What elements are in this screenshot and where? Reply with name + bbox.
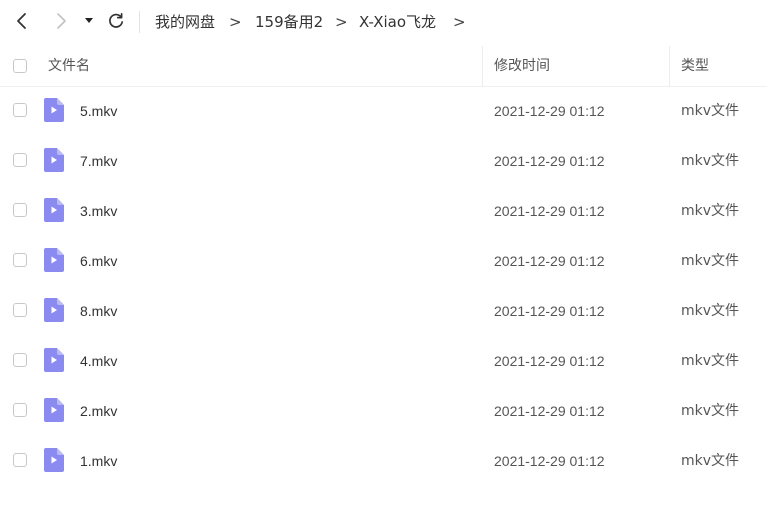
file-modified-time: 2021-12-29 01:12 <box>494 253 605 269</box>
video-file-icon <box>44 348 64 372</box>
row-checkbox[interactable] <box>13 253 27 267</box>
file-modified-time: 2021-12-29 01:12 <box>494 203 605 219</box>
file-row[interactable]: 2.mkv 2021-12-29 01:12 mkv文件 <box>0 386 767 436</box>
row-checkbox[interactable] <box>13 353 27 367</box>
row-checkbox[interactable] <box>13 203 27 217</box>
refresh-icon <box>109 12 124 28</box>
file-type: mkv文件 <box>681 203 740 219</box>
file-list: 5.mkv 2021-12-29 01:12 mkv文件 7.mkv 2021-… <box>0 86 767 486</box>
refresh-button[interactable] <box>103 8 129 34</box>
video-file-icon <box>44 448 64 472</box>
table-header: 文件名 修改时间 类型 <box>0 46 767 87</box>
video-file-icon <box>44 198 64 222</box>
file-name[interactable]: 2.mkv <box>80 386 117 436</box>
breadcrumb-separator: > <box>229 13 242 31</box>
breadcrumb-item-folder[interactable]: 159备用2 <box>255 12 323 32</box>
column-resize-handle[interactable] <box>669 46 670 86</box>
back-button[interactable] <box>9 8 35 34</box>
history-dropdown-button[interactable] <box>78 8 100 34</box>
file-row[interactable]: 6.mkv 2021-12-29 01:12 mkv文件 <box>0 236 767 286</box>
breadcrumb-separator[interactable]: > <box>453 12 466 32</box>
row-checkbox[interactable] <box>13 453 27 467</box>
column-header-name[interactable]: 文件名 <box>48 46 90 86</box>
video-file-icon <box>44 98 64 122</box>
file-row[interactable]: 1.mkv 2021-12-29 01:12 mkv文件 <box>0 436 767 486</box>
file-modified-time: 2021-12-29 01:12 <box>494 403 605 419</box>
file-name[interactable]: 1.mkv <box>80 436 117 486</box>
file-type: mkv文件 <box>681 103 740 119</box>
video-file-icon <box>44 298 64 322</box>
file-row[interactable]: 3.mkv 2021-12-29 01:12 mkv文件 <box>0 186 767 236</box>
file-name[interactable]: 3.mkv <box>80 186 117 236</box>
file-type: mkv文件 <box>681 303 740 319</box>
navigation-bar: 我的网盘 > 159备用2 > X-Xiao飞龙 > <box>0 0 767 44</box>
row-checkbox[interactable] <box>13 153 27 167</box>
file-name[interactable]: 4.mkv <box>80 336 117 386</box>
file-modified-time: 2021-12-29 01:12 <box>494 453 605 469</box>
file-row[interactable]: 8.mkv 2021-12-29 01:12 mkv文件 <box>0 286 767 336</box>
toolbar-divider <box>139 11 140 33</box>
column-header-type[interactable]: 类型 <box>681 46 709 86</box>
forward-button[interactable] <box>48 8 74 34</box>
column-resize-handle[interactable] <box>482 46 483 86</box>
caret-down-icon <box>85 18 93 23</box>
file-type: mkv文件 <box>681 403 740 419</box>
file-row[interactable]: 5.mkv 2021-12-29 01:12 mkv文件 <box>0 86 767 136</box>
file-modified-time: 2021-12-29 01:12 <box>494 153 605 169</box>
column-header-modified[interactable]: 修改时间 <box>494 46 550 86</box>
file-name[interactable]: 6.mkv <box>80 236 117 286</box>
file-browser: 我的网盘 > 159备用2 > X-Xiao飞龙 > 文件名 修改时间 类型 5… <box>0 0 767 506</box>
row-checkbox[interactable] <box>13 303 27 317</box>
row-checkbox[interactable] <box>13 403 27 417</box>
file-type: mkv文件 <box>681 453 740 469</box>
video-file-icon <box>44 248 64 272</box>
file-row[interactable]: 7.mkv 2021-12-29 01:12 mkv文件 <box>0 136 767 186</box>
file-type: mkv文件 <box>681 353 740 369</box>
breadcrumb-separator: > <box>335 13 348 31</box>
chevron-left-icon <box>17 13 26 29</box>
file-modified-time: 2021-12-29 01:12 <box>494 303 605 319</box>
breadcrumb-item-root[interactable]: 我的网盘 <box>155 12 215 32</box>
file-type: mkv文件 <box>681 153 740 169</box>
file-name[interactable]: 8.mkv <box>80 286 117 336</box>
breadcrumb-item-current[interactable]: X-Xiao飞龙 <box>359 12 436 32</box>
file-type: mkv文件 <box>681 253 740 269</box>
video-file-icon <box>44 148 64 172</box>
file-name[interactable]: 5.mkv <box>80 86 117 136</box>
chevron-right-icon <box>57 13 66 29</box>
file-modified-time: 2021-12-29 01:12 <box>494 353 605 369</box>
video-file-icon <box>44 398 64 422</box>
select-all-checkbox[interactable] <box>13 59 27 73</box>
file-row[interactable]: 4.mkv 2021-12-29 01:12 mkv文件 <box>0 336 767 386</box>
file-modified-time: 2021-12-29 01:12 <box>494 103 605 119</box>
file-name[interactable]: 7.mkv <box>80 136 117 186</box>
row-checkbox[interactable] <box>13 103 27 117</box>
